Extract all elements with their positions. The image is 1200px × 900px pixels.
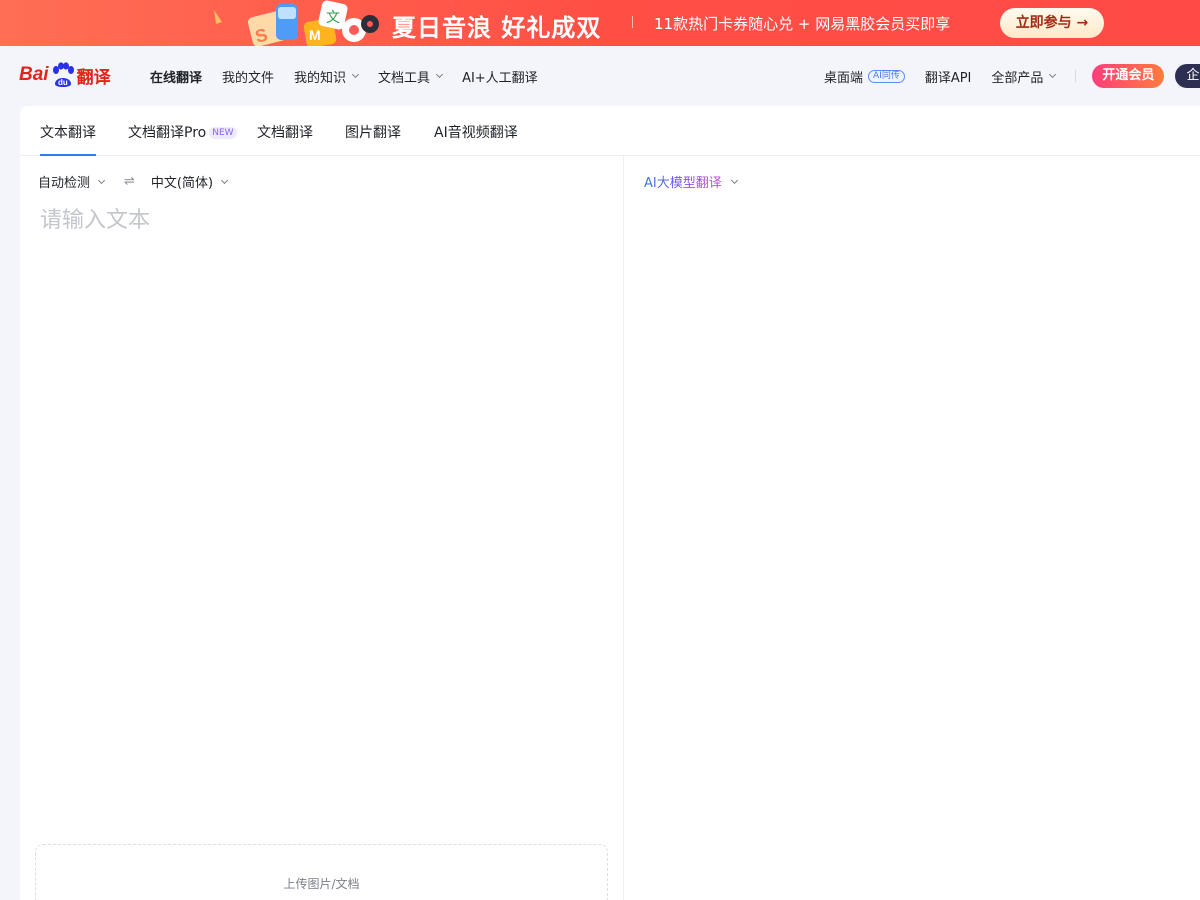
all-products-menu[interactable]: 全部产品 [991, 67, 1057, 86]
all-products-label: 全部产品 [991, 70, 1044, 86]
nav-doc-tools[interactable]: 文档工具 [378, 67, 444, 86]
enterprise-button[interactable]: 企 [1175, 64, 1200, 88]
logo-du-text: du [58, 78, 68, 87]
tab-label: 文本翻译 [40, 125, 96, 141]
logo-fanyi-text: 翻译 [76, 67, 111, 88]
tab-doc-translate-pro[interactable]: 文档翻译Pro NEW [128, 122, 237, 142]
desktop-label: 桌面端 [824, 70, 864, 86]
translate-api-link[interactable]: 翻译API [925, 67, 972, 86]
open-vip-button[interactable]: 开通会员 [1092, 64, 1165, 88]
nav-label: 文档工具 [378, 70, 431, 86]
nav-my-files[interactable]: 我的文件 [222, 67, 274, 86]
tab-doc-translate[interactable]: 文档翻译 [257, 122, 313, 142]
tab-label: 文档翻译 [257, 125, 313, 141]
upload-label: 上传图片/文档 [283, 877, 360, 891]
ai-interpret-badge: AI同传 [868, 69, 905, 83]
banner-divider [632, 16, 633, 28]
nav-ai-human-translate[interactable]: AI+人工翻译 [462, 67, 538, 86]
translate-tabs: 文本翻译 文档翻译Pro NEW 文档翻译 图片翻译 AI音视频翻译 [20, 106, 1200, 156]
tab-label: 图片翻译 [345, 125, 401, 141]
source-text-input[interactable] [40, 202, 600, 822]
promo-illustration-icon: S M 文 [214, 0, 379, 46]
tab-image-translate[interactable]: 图片翻译 [345, 122, 401, 142]
upload-dropzone[interactable]: 上传图片/文档 [35, 844, 608, 900]
tab-label: 文档翻译Pro [128, 125, 207, 141]
svg-text:文: 文 [326, 10, 340, 26]
baidu-paw-icon: du [52, 62, 74, 87]
model-label: AI大模型翻译 [644, 172, 722, 191]
source-language-label: 自动检测 [38, 176, 91, 191]
desktop-app-link[interactable]: 桌面端 AI同传 [824, 67, 905, 86]
top-header: Bai du 翻译 在线翻译 我的文件 我的知识 文档工具 AI+人工翻译 桌面… [0, 46, 1200, 106]
translate-card: 文本翻译 文档翻译Pro NEW 文档翻译 图片翻译 AI音视频翻译 自动检测 ⇌… [20, 106, 1200, 900]
tab-av-translate[interactable]: AI音视频翻译 [434, 122, 518, 142]
chevron-down-icon [352, 70, 360, 79]
banner-title: 夏日音浪 好礼成双 [392, 14, 602, 42]
new-badge: NEW [209, 127, 237, 139]
chevron-down-icon [436, 70, 444, 79]
chevron-down-icon [1049, 70, 1057, 79]
target-language-label: 中文(简体) [150, 176, 214, 191]
pane-divider [623, 156, 624, 900]
nav-label: 我的文件 [222, 70, 275, 86]
language-bar: 自动检测 ⇌ 中文(简体) [38, 172, 229, 191]
nav-my-knowledge[interactable]: 我的知识 [294, 67, 360, 86]
svg-text:M: M [309, 27, 321, 43]
chevron-down-icon [221, 176, 229, 184]
logo-bai-text: Bai [19, 64, 49, 85]
baidu-fanyi-logo[interactable]: Bai du 翻译 [19, 58, 111, 92]
nav-label: 在线翻译 [150, 70, 203, 86]
nav-label: AI+人工翻译 [462, 70, 538, 86]
nav-label: 我的知识 [294, 70, 347, 86]
tab-text-translate[interactable]: 文本翻译 [40, 122, 96, 156]
header-right: 桌面端 AI同传 翻译API 全部产品 开通会员 企 [824, 46, 1200, 106]
main-nav: 在线翻译 我的文件 我的知识 文档工具 AI+人工翻译 [150, 46, 558, 106]
chevron-down-icon [97, 176, 106, 184]
translation-model-select[interactable]: AI大模型翻译 [644, 172, 738, 191]
header-divider [1075, 70, 1077, 82]
promo-banner[interactable]: S M 文 夏日音浪 好礼成双 11款热门卡券随心兑 + 网易黑胶会员买即享 立… [0, 0, 1200, 46]
swap-languages-icon[interactable]: ⇌ [124, 174, 135, 189]
nav-online-translate[interactable]: 在线翻译 [150, 67, 202, 86]
join-now-button[interactable]: 立即参与 → [1000, 8, 1104, 38]
source-language-select[interactable]: 自动检测 [38, 172, 106, 191]
tab-label: AI音视频翻译 [434, 125, 518, 141]
banner-subtitle: 11款热门卡券随心兑 + 网易黑胶会员买即享 [654, 15, 951, 33]
target-language-select[interactable]: 中文(简体) [150, 172, 229, 191]
chevron-down-icon [730, 176, 738, 184]
